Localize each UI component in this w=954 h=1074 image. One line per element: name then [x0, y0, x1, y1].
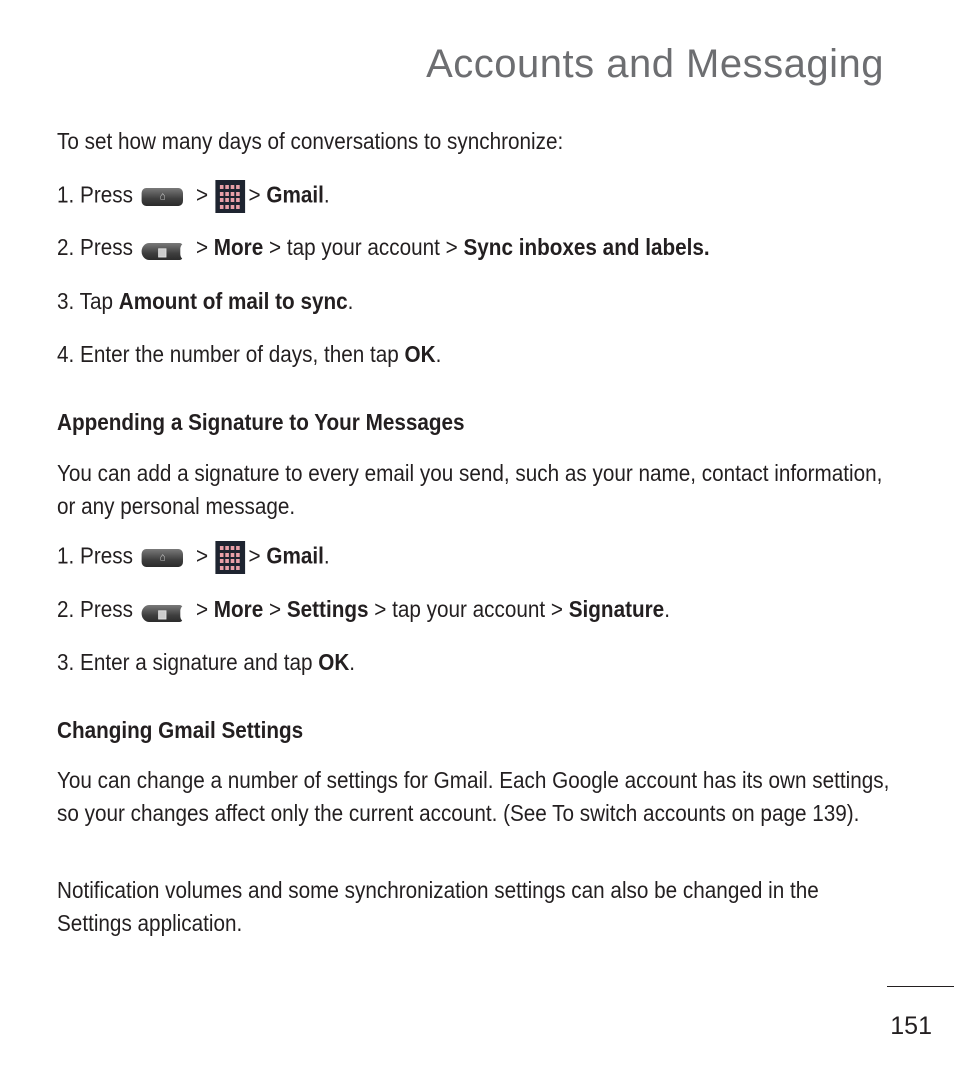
home-key-icon: ⌂	[141, 548, 184, 567]
separator: >	[195, 542, 209, 569]
separator: >	[248, 181, 267, 208]
sync-intro: To set how many days of conversations to…	[57, 128, 563, 155]
gmail-label: Gmail	[266, 181, 324, 208]
step-number: 1. Press	[57, 181, 133, 208]
signature-body: You can add a signature to every email y…	[57, 460, 883, 519]
step-text: 4. Enter the number of days, then tap	[57, 341, 405, 367]
step-text: > tap your account >	[368, 596, 569, 622]
more-label: More	[213, 234, 264, 260]
punctuation: .	[323, 181, 330, 208]
punctuation: .	[347, 288, 354, 314]
separator: >	[263, 596, 287, 622]
signature-label: Signature	[568, 596, 665, 622]
sync-intro-text: To set how many days of conversations to…	[57, 128, 564, 154]
settings-label: Settings	[286, 596, 369, 622]
gmail-settings-body-1: You can change a number of settings for …	[57, 767, 890, 826]
page-number: 151	[890, 1012, 932, 1040]
applications-grid-icon	[215, 180, 245, 213]
punctuation: .	[349, 649, 356, 675]
gmail-settings-heading: Changing Gmail Settings	[57, 717, 304, 743]
punctuation: .	[664, 596, 670, 622]
sync-inboxes-label: Sync inboxes and labels.	[463, 234, 710, 260]
ok-label: OK	[404, 341, 436, 367]
footer-rule	[887, 986, 954, 987]
signature-step-2: 2. Press > More > Settings > tap your acc…	[57, 596, 670, 623]
step-text: 3. Tap	[57, 288, 119, 314]
signature-step-3: 3. Enter a signature and tap OK.	[57, 649, 355, 676]
home-key-icon: ⌂	[141, 187, 184, 206]
punctuation: .	[323, 542, 330, 569]
menu-key-icon	[141, 605, 187, 623]
amount-of-mail-label: Amount of mail to sync	[118, 288, 348, 314]
sync-step-4: 4. Enter the number of days, then tap OK…	[57, 341, 441, 368]
separator: >	[248, 542, 267, 569]
page-title: Accounts and Messaging	[426, 42, 884, 86]
step-text: 3. Enter a signature and tap	[57, 649, 319, 675]
sync-step-2: 2. Press > More > tap your account > Sync…	[57, 234, 710, 261]
signature-step-1: 1. Press ⌂ > > Gmail.	[57, 541, 330, 574]
menu-key-icon	[141, 243, 187, 261]
more-label: More	[213, 596, 264, 622]
separator: >	[195, 181, 209, 208]
step-number: 2. Press	[57, 234, 133, 260]
separator: >	[195, 234, 214, 260]
signature-heading: Appending a Signature to Your Messages	[57, 409, 465, 435]
sync-step-1: 1. Press ⌂ > > Gmail.	[57, 180, 330, 213]
sync-step-3: 3. Tap Amount of mail to sync.	[57, 288, 353, 315]
step-number: 1. Press	[57, 542, 133, 569]
step-text: > tap your account >	[263, 234, 464, 260]
applications-grid-icon	[215, 541, 245, 574]
ok-label: OK	[318, 649, 350, 675]
step-number: 2. Press	[57, 596, 133, 622]
gmail-settings-body-2: Notification volumes and some synchroniz…	[57, 877, 819, 936]
punctuation: .	[435, 341, 442, 367]
gmail-label: Gmail	[266, 542, 324, 569]
separator: >	[195, 596, 214, 622]
